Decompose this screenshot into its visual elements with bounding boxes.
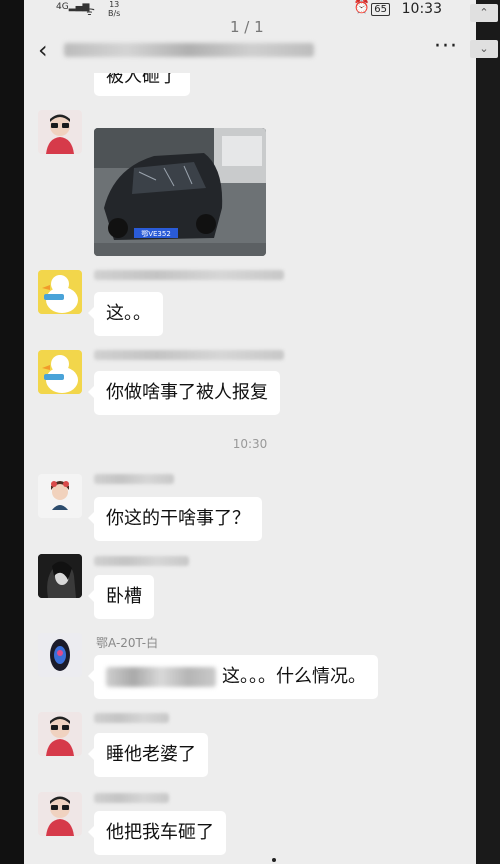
avatar[interactable]	[38, 110, 82, 154]
avatar-image	[38, 110, 82, 154]
chat-header: 1 / 1 ‹ ···	[24, 18, 476, 76]
message-bubble[interactable]: 这。。	[88, 292, 163, 336]
license-plate: 鄂VE352	[141, 229, 171, 238]
status-bar: 4G▂▄▆ ᯤ 13 B/s ⏰ 65 10:33	[24, 0, 476, 20]
avatar[interactable]	[38, 474, 82, 518]
message-text: 你这的干啥事了？	[106, 508, 250, 529]
message-bubble[interactable]: 卧槽	[88, 575, 154, 619]
back-arrow-icon[interactable]: ‹	[38, 38, 48, 62]
avatar[interactable]	[38, 792, 82, 836]
redacted-text	[106, 667, 216, 687]
sender-name-redacted	[94, 793, 169, 803]
scroll-up-icon[interactable]: ⌃	[470, 4, 498, 22]
message-bubble[interactable]: 他把我车砸了	[88, 811, 226, 855]
alarm-icon: ⏰	[353, 0, 370, 15]
avatar[interactable]	[38, 633, 82, 677]
message-bubble[interactable]: 这。。。什么情况。	[88, 655, 378, 699]
duck-avatar-icon	[38, 350, 82, 394]
avatar[interactable]	[38, 554, 82, 598]
scroll-indicator-dot	[272, 858, 276, 862]
clock: 10:33	[401, 1, 442, 17]
message-bubble[interactable]: 你做啥事了被人报复	[88, 371, 280, 415]
sender-name-redacted	[94, 474, 174, 484]
sender-name-redacted	[94, 350, 284, 360]
avatar[interactable]	[38, 270, 82, 314]
timestamp: 10:30	[232, 437, 268, 451]
scrollbar-track[interactable]	[476, 0, 500, 864]
network-speed: 13 B/s	[108, 0, 121, 18]
page-indicator: 1 / 1	[230, 18, 264, 36]
message-bubble[interactable]: 睡他老婆了	[88, 733, 208, 777]
chat-title-redacted	[64, 43, 314, 57]
message-text: 这。。	[106, 303, 151, 324]
message-text: 睡他老婆了	[106, 744, 196, 765]
avatar-image	[38, 792, 82, 836]
message-bubble[interactable]: 你这的干啥事了？	[88, 497, 262, 541]
scroll-down-icon[interactable]: ⌄	[470, 40, 498, 58]
dark-avatar-icon	[38, 554, 82, 598]
sender-name: 鄂A-20T-白	[96, 636, 159, 650]
chat-screen: 4G▂▄▆ ᯤ 13 B/s ⏰ 65 10:33 1 / 1 ‹ ··· 被人…	[24, 0, 476, 864]
sender-name-redacted	[94, 713, 169, 723]
sender-name-redacted	[94, 556, 189, 566]
more-options-icon[interactable]: ···	[434, 34, 458, 59]
avatar[interactable]	[38, 350, 82, 394]
game-avatar-icon	[38, 633, 82, 677]
girl-avatar-icon	[38, 474, 82, 518]
wifi-icon: ᯤ	[84, 4, 95, 18]
sender-name-redacted	[94, 270, 284, 280]
battery-level: 65	[371, 3, 390, 16]
message-text: 他把我车砸了	[106, 822, 214, 843]
avatar[interactable]	[38, 712, 82, 756]
avatar-image	[38, 712, 82, 756]
car-image: 鄂VE352	[94, 128, 266, 256]
message-text: 卧槽	[106, 586, 142, 607]
duck-avatar-icon	[38, 270, 82, 314]
message-text: 你做啥事了被人报复	[106, 382, 268, 403]
damaged-car-photo[interactable]: 鄂VE352	[94, 128, 266, 256]
message-text: 这。。。什么情况。	[222, 666, 366, 687]
